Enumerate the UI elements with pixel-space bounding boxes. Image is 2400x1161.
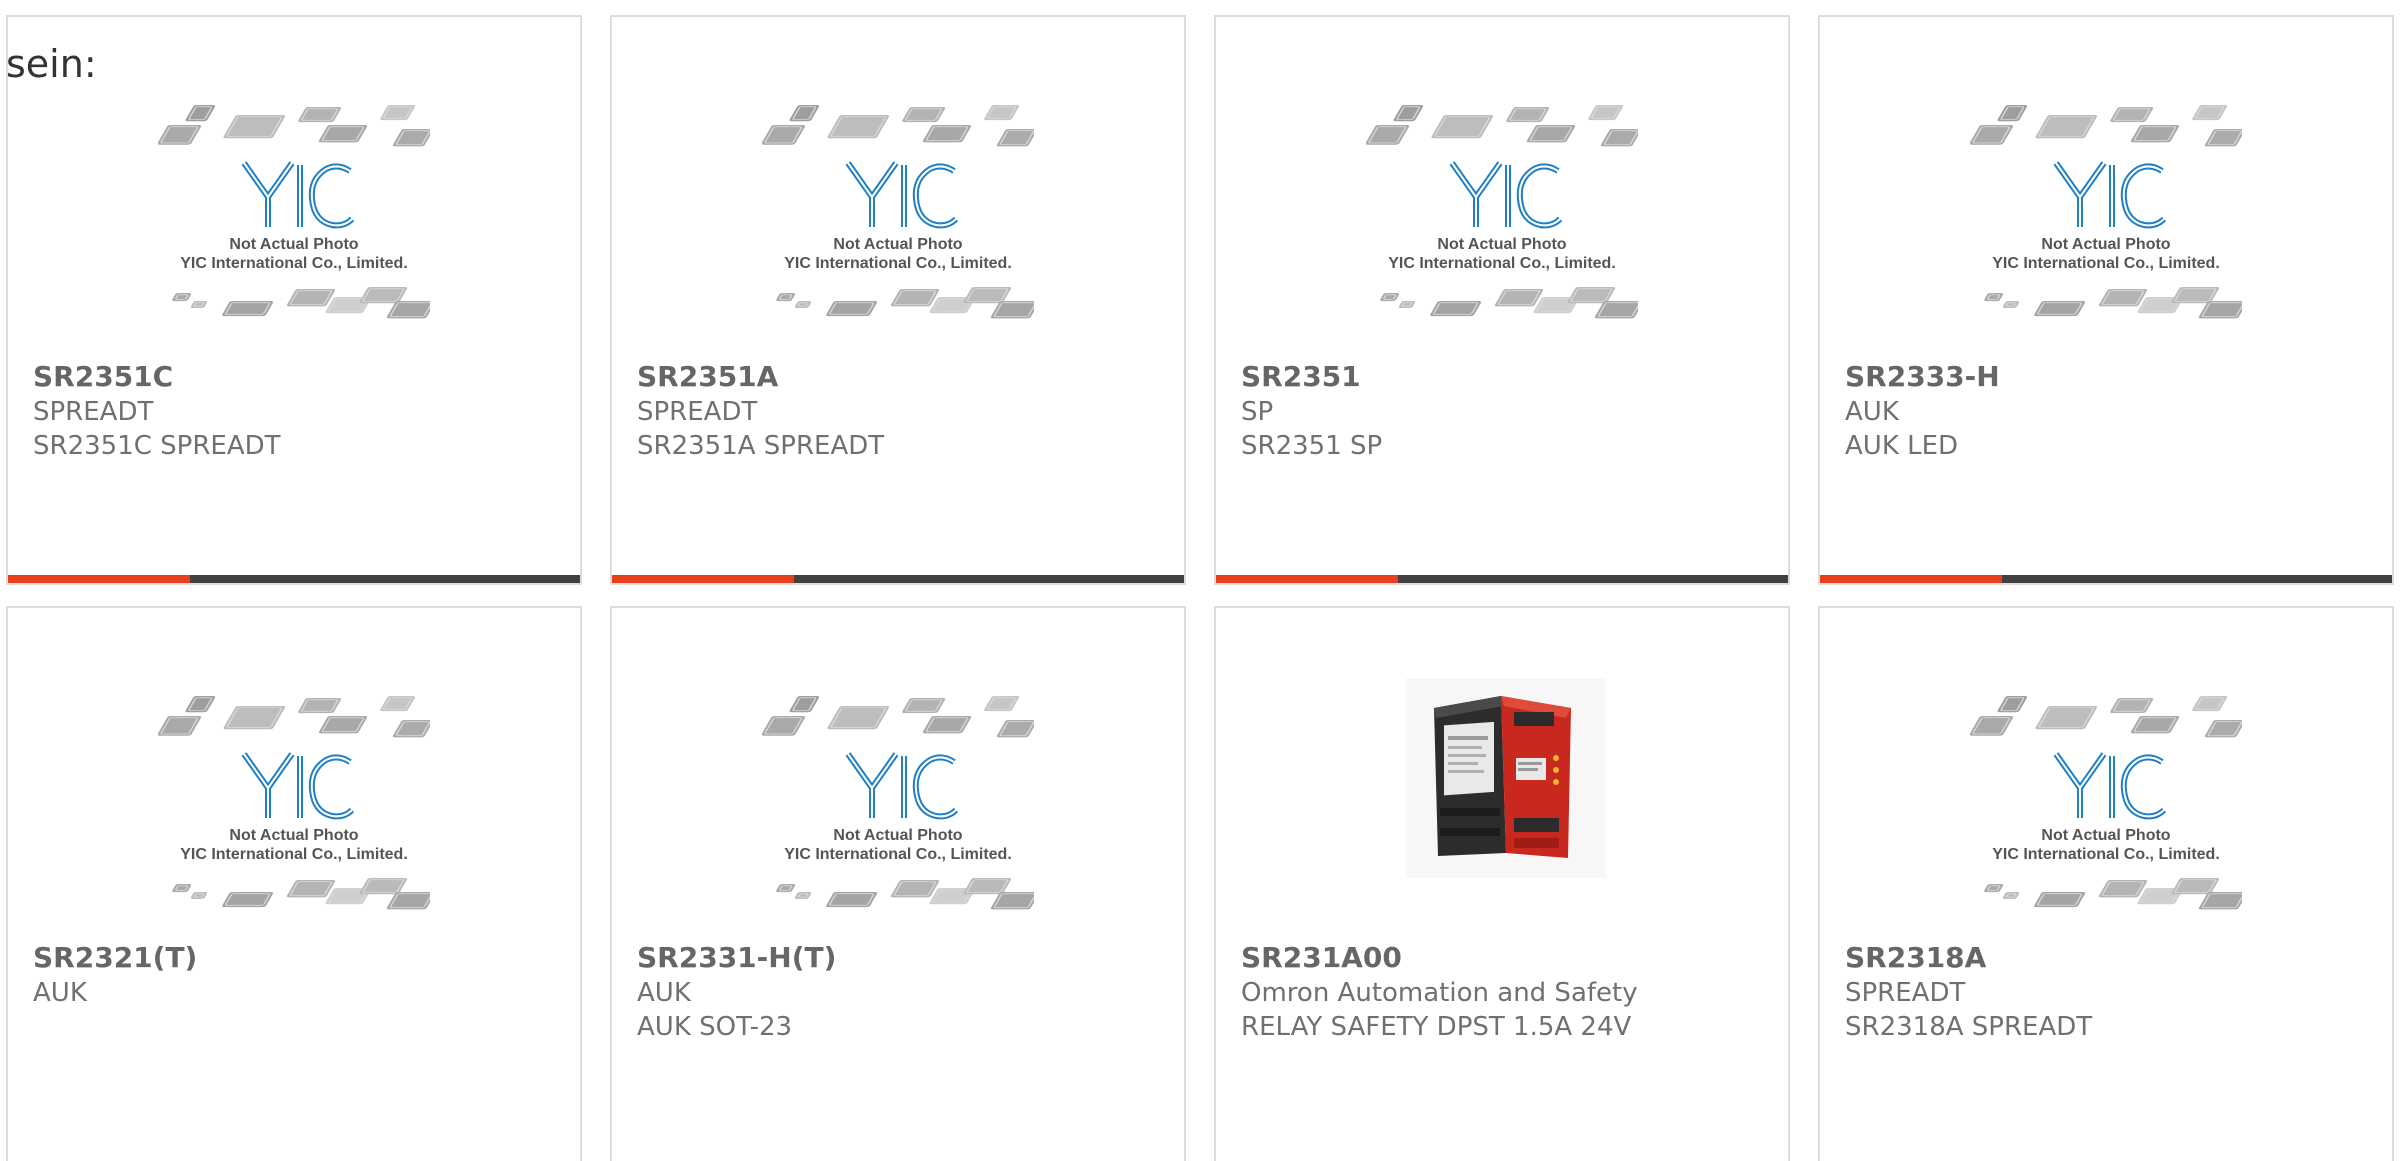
- manufacturer-name: AUK: [33, 978, 87, 1008]
- svg-text:YIC International Co., Limited: YIC International Co., Limited.: [1388, 255, 1616, 272]
- card-footer-bar: [612, 575, 1184, 583]
- svg-text:YIC International Co., Limited: YIC International Co., Limited.: [180, 255, 408, 272]
- part-number-link[interactable]: SR2321(T): [33, 940, 570, 976]
- yic-logo-icon: [1449, 161, 1563, 229]
- svg-text:Not Actual Photo: Not Actual Photo: [833, 236, 962, 253]
- placeholder-image[interactable]: Not Actual Photo YIC International Co., …: [1970, 105, 2242, 345]
- product-description: SR2318A SPREADT: [1845, 1012, 2093, 1042]
- part-number-link[interactable]: SR2351: [1241, 359, 1778, 395]
- part-number-link[interactable]: SR2351C: [33, 359, 570, 395]
- accent-bar: [1820, 575, 2002, 583]
- card-footer-bar: [1820, 575, 2392, 583]
- svg-text:YIC International Co., Limited: YIC International Co., Limited.: [784, 255, 1012, 272]
- placeholder-image[interactable]: Not Actual Photo YIC International Co., …: [158, 696, 430, 936]
- product-description: SR2351C SPREADT: [33, 431, 281, 461]
- card-footer-bar: [8, 575, 580, 583]
- product-card[interactable]: Not Actual Photo YIC International Co., …: [1214, 15, 1790, 585]
- svg-text:YIC International Co., Limited: YIC International Co., Limited.: [784, 846, 1012, 863]
- product-grid-page: sein: Not Actual Photo YIC International…: [0, 0, 2400, 1161]
- product-card[interactable]: Not Actual Photo YIC International Co., …: [6, 606, 582, 1161]
- manufacturer-name: AUK: [1845, 397, 1899, 427]
- product-description: RELAY SAFETY DPST 1.5A 24V: [1241, 1012, 1632, 1042]
- manufacturer-name: SPREADT: [637, 397, 758, 427]
- yic-logo-icon: [845, 161, 959, 229]
- yic-logo-icon: [2053, 752, 2167, 820]
- product-card[interactable]: Not Actual Photo YIC International Co., …: [6, 15, 582, 585]
- accent-bar: [1216, 575, 1398, 583]
- placeholder-image[interactable]: Not Actual Photo YIC International Co., …: [1366, 105, 1638, 345]
- placeholder-image[interactable]: Not Actual Photo YIC International Co., …: [762, 105, 1034, 345]
- placeholder-image[interactable]: Not Actual Photo YIC International Co., …: [1970, 696, 2242, 936]
- svg-text:Not Actual Photo: Not Actual Photo: [2041, 236, 2170, 253]
- manufacturer-name: Omron Automation and Safety: [1241, 978, 1638, 1008]
- product-card[interactable]: Not Actual Photo YIC International Co., …: [610, 606, 1186, 1161]
- svg-text:YIC International Co., Limited: YIC International Co., Limited.: [1992, 846, 2220, 863]
- accent-bar: [8, 575, 190, 583]
- svg-text:YIC International Co., Limited: YIC International Co., Limited.: [1992, 255, 2220, 272]
- placeholder-image[interactable]: Not Actual Photo YIC International Co., …: [158, 105, 430, 345]
- part-number-link[interactable]: SR2318A: [1845, 940, 2382, 976]
- placeholder-image[interactable]: Not Actual Photo YIC International Co., …: [762, 696, 1034, 936]
- card-footer-bar: [1216, 575, 1788, 583]
- part-number-link[interactable]: SR2351A: [637, 359, 1174, 395]
- svg-text:Not Actual Photo: Not Actual Photo: [2041, 827, 2170, 844]
- product-card[interactable]: SR231A00 Omron Automation and Safety REL…: [1214, 606, 1790, 1161]
- product-description: AUK LED: [1845, 431, 1959, 461]
- product-card[interactable]: Not Actual Photo YIC International Co., …: [1818, 606, 2394, 1161]
- truncated-text: sein:: [6, 42, 97, 86]
- manufacturer-name: AUK: [637, 978, 691, 1008]
- manufacturer-name: SPREADT: [33, 397, 154, 427]
- relay-product-photo[interactable]: [1406, 678, 1606, 878]
- manufacturer-name: SP: [1241, 397, 1274, 427]
- product-card[interactable]: Not Actual Photo YIC International Co., …: [1818, 15, 2394, 585]
- product-description: AUK SOT-23: [637, 1012, 793, 1042]
- yic-logo-icon: [845, 752, 959, 820]
- svg-text:Not Actual Photo: Not Actual Photo: [1437, 236, 1566, 253]
- yic-logo-icon: [241, 161, 355, 229]
- part-number-link[interactable]: SR2333-H: [1845, 359, 2382, 395]
- product-card[interactable]: Not Actual Photo YIC International Co., …: [610, 15, 1186, 585]
- product-description: SR2351A SPREADT: [637, 431, 885, 461]
- part-number-link[interactable]: SR2331-H(T): [637, 940, 1174, 976]
- product-description: SR2351 SP: [1241, 431, 1383, 461]
- yic-logo-icon: [2053, 161, 2167, 229]
- accent-bar: [612, 575, 794, 583]
- svg-text:Not Actual Photo: Not Actual Photo: [229, 236, 358, 253]
- manufacturer-name: SPREADT: [1845, 978, 1966, 1008]
- svg-text:Not Actual Photo: Not Actual Photo: [229, 827, 358, 844]
- yic-logo-icon: [241, 752, 355, 820]
- svg-text:Not Actual Photo: Not Actual Photo: [833, 827, 962, 844]
- part-number-link[interactable]: SR231A00: [1241, 940, 1778, 976]
- svg-text:YIC International Co., Limited: YIC International Co., Limited.: [180, 846, 408, 863]
